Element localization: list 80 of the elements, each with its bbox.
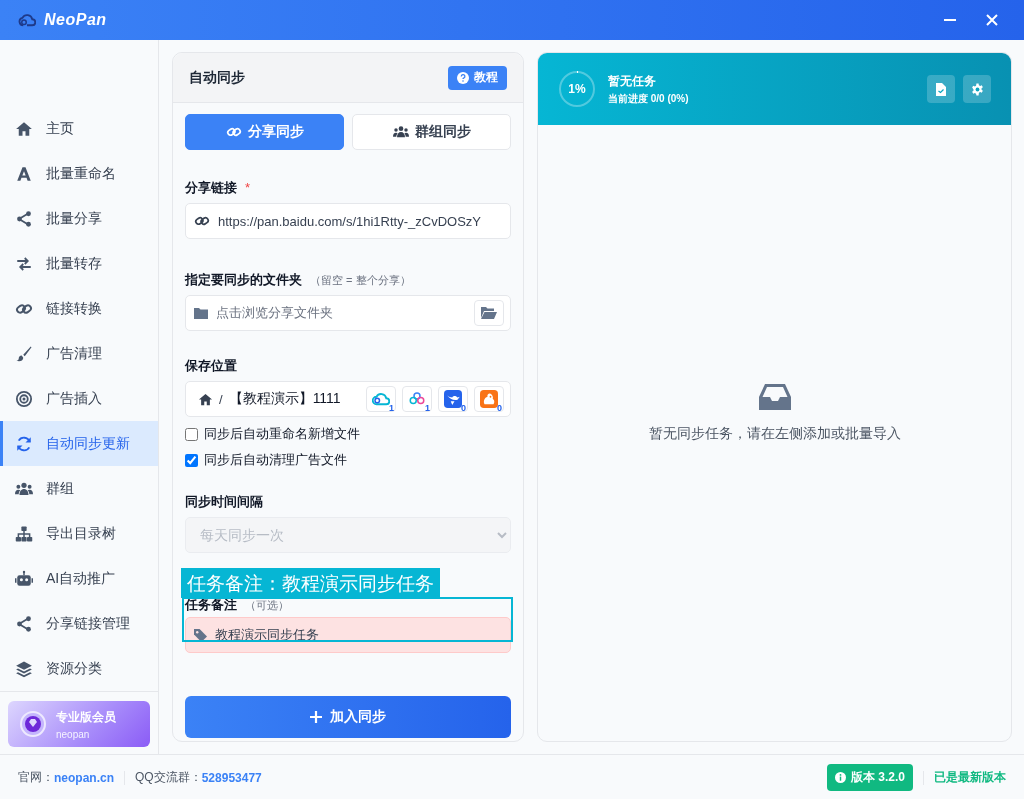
sitemap-icon: [15, 524, 33, 543]
tag-icon: [194, 628, 207, 642]
open-folder-icon: [481, 307, 497, 319]
add-sync-button[interactable]: 加入同步: [185, 696, 511, 738]
rings-icon: [408, 391, 426, 407]
progress-text: 当前进度 0/0 (0%): [608, 91, 690, 106]
sidebar-item[interactable]: 链接转换: [0, 286, 158, 331]
browse-folder-button[interactable]: [474, 300, 504, 326]
progress-reading: 1%: [568, 82, 586, 96]
sidebar-item[interactable]: 批量分享: [0, 196, 158, 241]
field-label: 任务备注: [185, 596, 237, 614]
drive-button[interactable]: 0: [474, 386, 504, 412]
layers-icon: [15, 659, 33, 678]
help-icon: [457, 71, 469, 84]
robot-icon: [15, 569, 33, 588]
inbox-icon: [758, 383, 791, 411]
member-title: 专业版会员: [56, 708, 116, 726]
target-icon: [15, 389, 33, 408]
empty-message: 暂无同步任务，请在左侧添加或批量导入: [648, 425, 901, 443]
app-title: NeoPan: [44, 11, 107, 29]
users-icon: [392, 124, 409, 140]
sidebar-item[interactable]: AI自动推广: [0, 556, 158, 601]
task-title: 暂无任务: [608, 72, 657, 90]
log-button[interactable]: [927, 75, 955, 103]
plus-icon: [310, 711, 322, 723]
sync-icon: [15, 434, 33, 453]
sidebar-item[interactable]: 批量重命名: [0, 151, 158, 196]
drive-button[interactable]: 1: [366, 386, 396, 412]
site-label: 官网：: [18, 769, 54, 786]
card-title: 自动同步: [189, 68, 245, 87]
update-status: 已是最新版本: [934, 769, 1006, 786]
website-link[interactable]: neopan.cn: [54, 770, 114, 785]
sidebar-item[interactable]: 主页: [0, 106, 158, 151]
home-icon: [198, 391, 213, 407]
share-icon: [15, 209, 33, 228]
sidebar-item[interactable]: 自动同步更新: [0, 421, 158, 466]
brush-icon: [15, 344, 33, 363]
share-icon: [15, 614, 33, 633]
tab[interactable]: 群组同步: [352, 114, 511, 150]
field-label: 同步时间间隔: [185, 493, 263, 511]
option-label: 同步后自动重命名新增文件: [204, 425, 360, 443]
cloud-logo-icon: [18, 12, 36, 28]
drive-button[interactable]: 1: [402, 386, 432, 412]
close-icon[interactable]: [986, 14, 998, 26]
field-label: 指定要同步的文件夹: [185, 271, 302, 289]
qq-group-link[interactable]: 528953477: [201, 770, 262, 785]
font-icon: [15, 164, 33, 183]
qq-group-label: QQ交流群：: [135, 769, 202, 786]
field-label: 分享链接: [185, 179, 237, 197]
document-icon: [936, 82, 946, 96]
checkbox[interactable]: [185, 453, 198, 467]
option-label: 同步后自动清理广告文件: [204, 451, 347, 469]
path-separator: /: [219, 391, 223, 407]
sidebar-item[interactable]: 广告插入: [0, 376, 158, 421]
folder-field[interactable]: 点击浏览分享文件夹: [185, 295, 511, 331]
save-path: 【教程演示】1111: [228, 390, 342, 408]
sidebar-item[interactable]: 广告清理: [0, 331, 158, 376]
annotation-caption: 任务备注：教程演示同步任务: [181, 568, 440, 598]
tutorial-button[interactable]: 教程: [448, 65, 507, 90]
sidebar-item[interactable]: 分享链接管理: [0, 601, 158, 646]
required-mark: *: [245, 180, 251, 195]
sidebar-item[interactable]: 群组: [0, 466, 158, 511]
swap-arrows-icon: [15, 254, 33, 273]
share-link-field[interactable]: https://pan.baidu.com/s/1hi1Rtty-_zCvDOSzY: [185, 203, 511, 239]
sidebar-item[interactable]: 导出目录树: [0, 511, 158, 556]
cloud-icon: [372, 391, 390, 407]
field-hint: （可选）: [245, 598, 289, 613]
checkbox[interactable]: [185, 427, 198, 441]
settings-icon: [970, 82, 984, 96]
diamond-badge-icon: [20, 711, 46, 737]
settings-button[interactable]: [963, 75, 991, 103]
drive-button[interactable]: 0: [438, 386, 468, 412]
member-name: neopan: [56, 728, 91, 740]
sidebar-item[interactable]: 批量转存: [0, 241, 158, 286]
tab[interactable]: 分享同步: [185, 114, 344, 150]
field-hint: （留空 = 整个分享）: [310, 273, 411, 288]
sidebar-item[interactable]: 资源分类: [0, 646, 158, 691]
folder-icon: [194, 307, 208, 319]
field-label: 保存位置: [185, 357, 237, 375]
info-icon: [834, 772, 846, 783]
